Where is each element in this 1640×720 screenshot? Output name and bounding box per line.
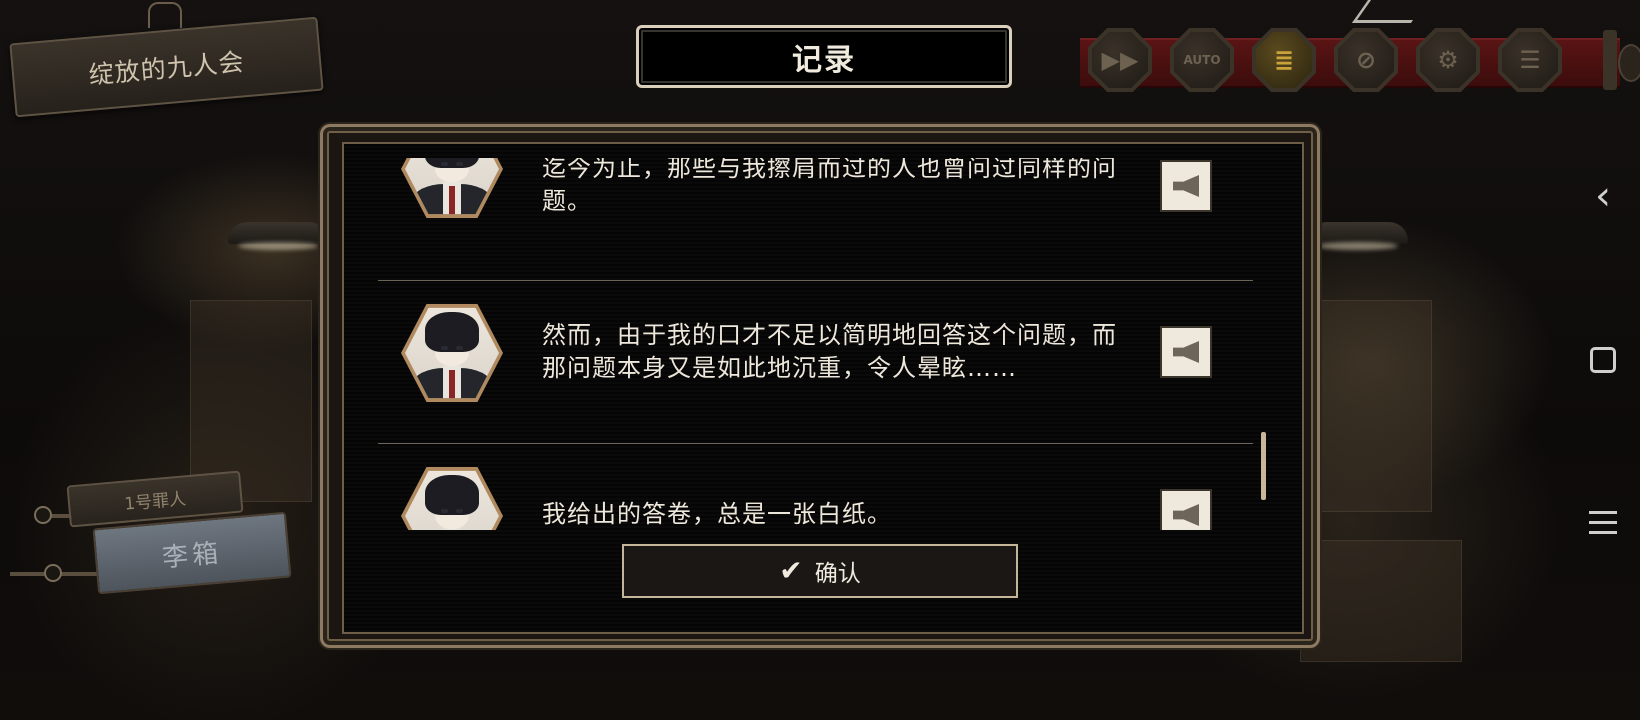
log-entry: 迄今为止，那些与我擦肩而过的人也曾问过同样的问题。: [378, 158, 1258, 281]
back-icon[interactable]: ‹: [1585, 173, 1621, 219]
recent-apps-icon[interactable]: [1585, 504, 1621, 540]
log-entry-text: 然而，由于我的口才不足以简明地回答这个问题，而那问题本身又是如此地沉重，令人晕眩…: [542, 321, 1117, 382]
voice-replay-button[interactable]: [1160, 489, 1212, 530]
background-shelf: [1300, 540, 1462, 662]
toolbar-end-knob: [1618, 44, 1640, 82]
fast-forward-icon: ▶▶: [1092, 32, 1148, 88]
background-shelf: [190, 300, 312, 502]
speaker-icon: [1173, 175, 1199, 197]
character-number-label: 1号罪人: [123, 488, 187, 515]
speaker-icon: [1173, 504, 1199, 526]
confirm-button[interactable]: ✔ 确认: [622, 544, 1018, 598]
speaker-portrait: [401, 467, 503, 530]
background-shelf: [1320, 300, 1432, 512]
speaker-icon: [1173, 341, 1199, 363]
log-entry: 然而，由于我的口才不足以简明地回答这个问题，而那问题本身又是如此地沉重，令人晕眩…: [378, 281, 1258, 444]
confirm-label: 确认: [814, 561, 861, 587]
gear-icon: ⚙: [1420, 32, 1476, 88]
tag-pin: [34, 506, 52, 524]
plaque-hook: [148, 2, 182, 28]
voice-replay-button[interactable]: [1160, 326, 1212, 378]
log-entry: 我给出的答卷，总是一张白纸。: [378, 444, 1258, 530]
auto-icon: AUTO: [1174, 32, 1230, 88]
log-entry-text: 我给出的答卷，总是一张白纸。: [542, 500, 892, 528]
ceiling-lamp-right: [1308, 222, 1408, 244]
check-icon: ✔: [779, 554, 803, 587]
chapter-title: 绽放的九人会: [87, 47, 246, 90]
tag-pin: [44, 564, 62, 582]
log-icon: ≣: [1256, 32, 1312, 88]
speaker-portrait: [401, 304, 503, 402]
ceiling-lamp-left: [228, 222, 328, 244]
menu-icon: ☰: [1502, 32, 1558, 88]
dialog-title-box: 记录: [636, 25, 1012, 88]
voice-replay-button[interactable]: [1160, 160, 1212, 212]
speaker-portrait: [401, 158, 503, 218]
toolbar-end-cap: [1603, 30, 1617, 90]
skip-disabled-icon: ⊘: [1338, 32, 1394, 88]
home-icon[interactable]: [1585, 342, 1621, 378]
log-entries-list[interactable]: 迄今为止，那些与我擦肩而过的人也曾问过同样的问题。 然而，由于我的口才不足以简明…: [378, 158, 1268, 530]
dialog-title: 记录: [792, 42, 856, 78]
character-name: 李箱: [161, 537, 224, 574]
log-entry-text: 迄今为止，那些与我擦肩而过的人也曾问过同样的问题。: [542, 158, 1117, 215]
log-scrollbar[interactable]: [1261, 432, 1266, 500]
